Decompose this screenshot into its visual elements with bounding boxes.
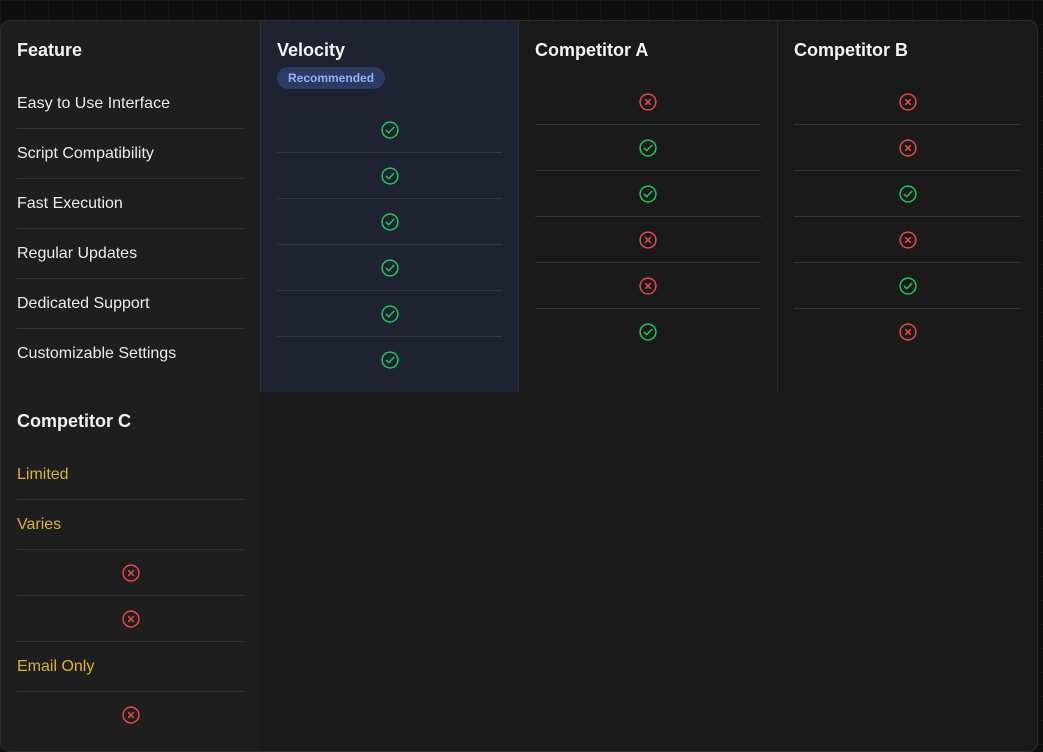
competitor-a-cell <box>535 217 761 263</box>
velocity-column: Velocity Recommended <box>260 21 519 392</box>
feature-row: Script Compatibility <box>17 129 244 179</box>
competitor-c-header: Competitor C <box>17 410 131 431</box>
velocity-cell <box>277 153 502 199</box>
competitor-c-cell: Varies <box>17 500 244 550</box>
competitor-c-cell <box>17 596 244 642</box>
competitor-a-cell <box>535 171 761 217</box>
check-circle-icon <box>380 258 400 278</box>
x-circle-icon <box>121 609 141 629</box>
x-circle-icon <box>898 230 918 250</box>
velocity-cell <box>277 245 502 291</box>
velocity-cell <box>277 107 502 153</box>
competitor-c-cell: Email Only <box>17 642 244 692</box>
competitor-a-column: Competitor A <box>519 21 778 392</box>
check-circle-icon <box>380 166 400 186</box>
competitor-a-cell <box>535 263 761 309</box>
x-circle-icon <box>898 322 918 342</box>
recommended-badge: Recommended <box>277 67 386 89</box>
check-circle-icon <box>638 138 658 158</box>
competitor-b-column: Competitor B <box>778 21 1037 392</box>
competitor-c-cell <box>17 550 244 596</box>
competitor-c-column: Competitor C Limited Varies Email Only <box>1 392 260 751</box>
check-circle-icon <box>638 184 658 204</box>
competitor-b-cell <box>794 79 1021 125</box>
check-circle-icon <box>380 120 400 140</box>
competitor-c-cell: Limited <box>17 450 244 500</box>
velocity-cell <box>277 291 502 337</box>
x-circle-icon <box>638 92 658 112</box>
check-circle-icon <box>638 322 658 342</box>
feature-row: Easy to Use Interface <box>17 79 244 129</box>
x-circle-icon <box>121 563 141 583</box>
competitor-c-cell <box>17 692 244 737</box>
competitor-a-cell <box>535 309 761 354</box>
x-circle-icon <box>638 230 658 250</box>
check-circle-icon <box>380 304 400 324</box>
feature-row: Regular Updates <box>17 229 244 279</box>
x-circle-icon <box>898 92 918 112</box>
competitor-b-cell <box>794 125 1021 171</box>
feature-row: Dedicated Support <box>17 279 244 329</box>
x-circle-icon <box>898 138 918 158</box>
feature-row: Fast Execution <box>17 179 244 229</box>
competitor-b-header: Competitor B <box>794 39 908 60</box>
competitor-b-cell <box>794 309 1021 354</box>
x-circle-icon <box>121 705 141 725</box>
competitor-a-header: Competitor A <box>535 39 649 60</box>
feature-column: Feature Easy to Use Interface Script Com… <box>1 21 260 392</box>
competitor-b-cell <box>794 217 1021 263</box>
check-circle-icon <box>380 212 400 232</box>
x-circle-icon <box>638 276 658 296</box>
velocity-cell <box>277 337 502 382</box>
competitor-b-cell <box>794 263 1021 309</box>
check-circle-icon <box>898 184 918 204</box>
feature-row: Customizable Settings <box>17 344 177 362</box>
check-circle-icon <box>898 276 918 296</box>
competitor-b-cell <box>794 171 1021 217</box>
competitor-a-cell <box>535 125 761 171</box>
feature-header: Feature <box>17 39 83 60</box>
competitor-a-cell <box>535 79 761 125</box>
check-circle-icon <box>380 350 400 370</box>
comparison-table: Feature Easy to Use Interface Script Com… <box>0 20 1038 752</box>
velocity-cell <box>277 199 502 245</box>
velocity-header: Velocity <box>277 40 346 60</box>
